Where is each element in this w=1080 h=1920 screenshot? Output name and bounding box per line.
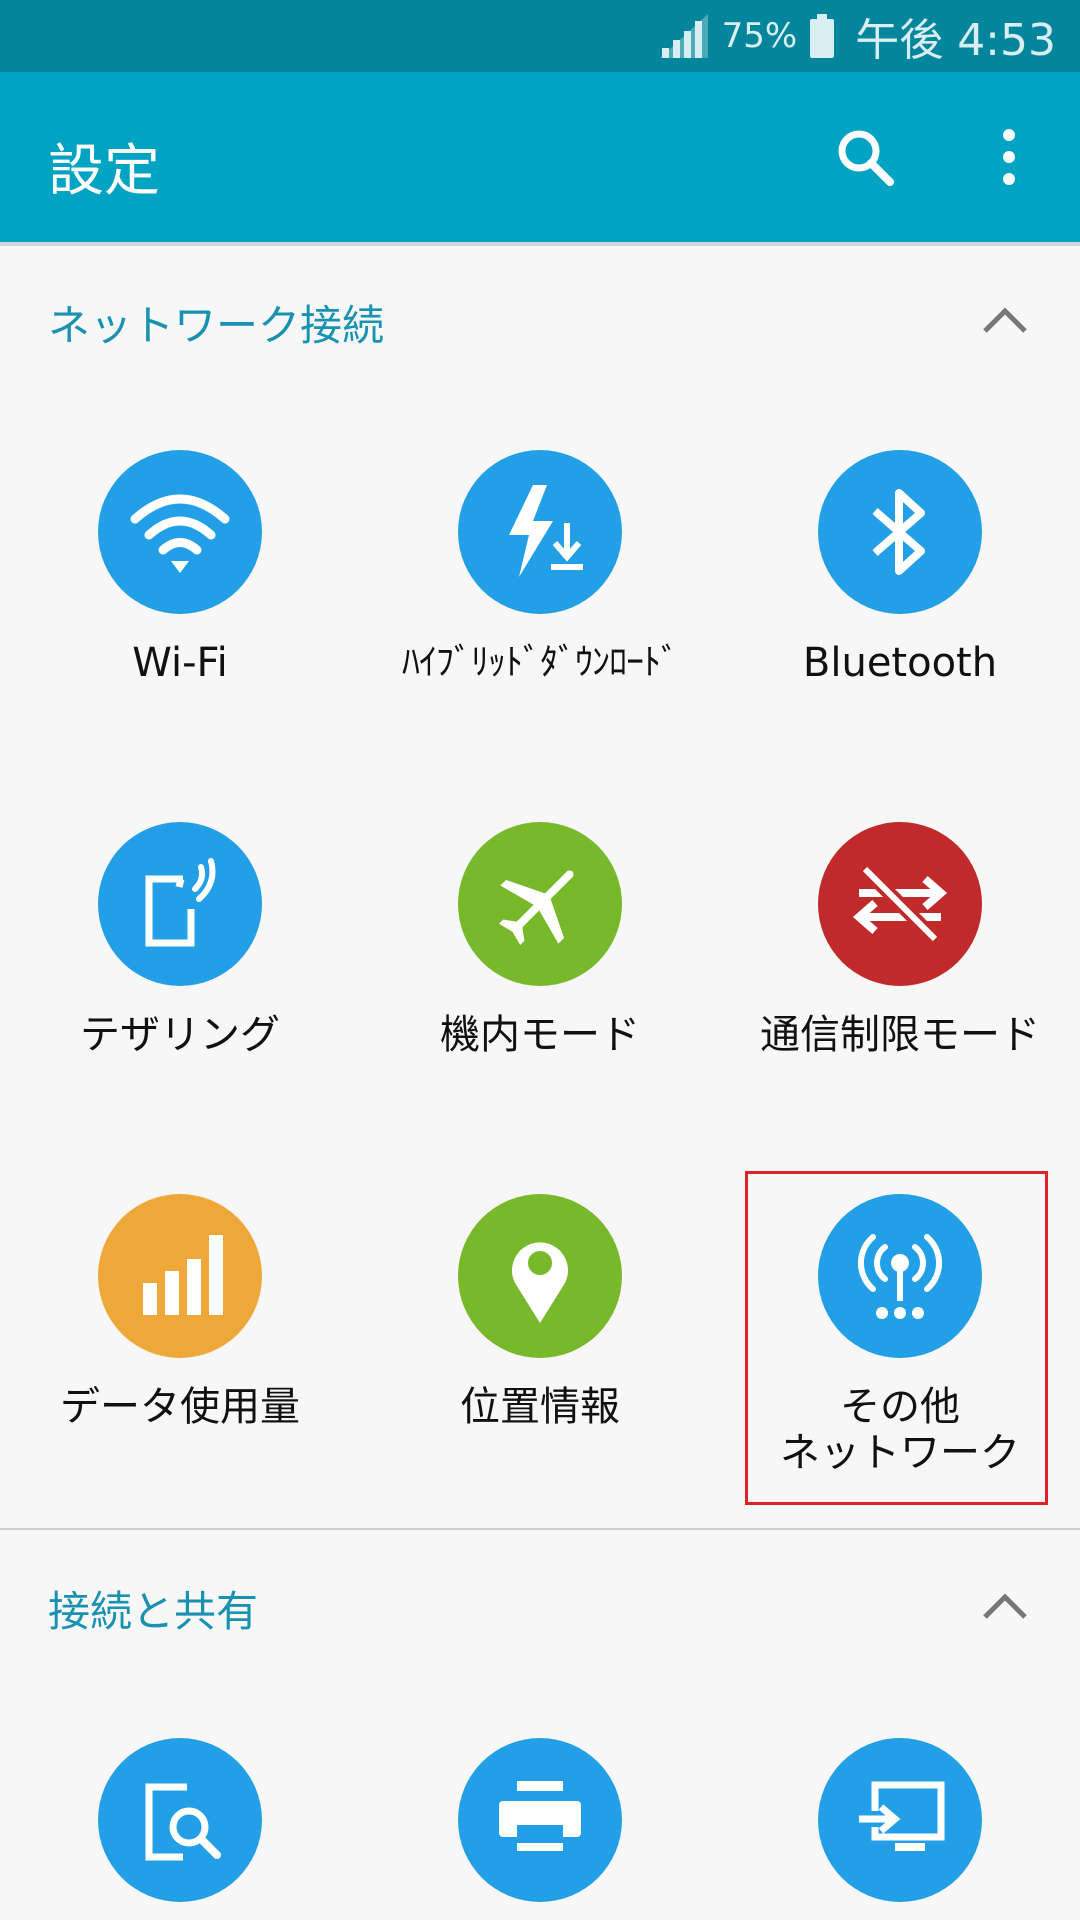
- section-header-network[interactable]: ネットワーク接続: [0, 256, 1080, 386]
- battery-percent: 75%: [721, 16, 798, 56]
- printer-icon: [458, 1738, 622, 1902]
- signal-bars-icon: [98, 1194, 262, 1358]
- more-options-icon[interactable]: [974, 122, 1044, 192]
- selection-highlight: [745, 1171, 1048, 1505]
- bolt-download-icon: [458, 450, 622, 614]
- grid-item-device-search[interactable]: [0, 1738, 360, 1902]
- airplane-icon: [458, 822, 622, 986]
- grid-item-data-usage[interactable]: データ使用量: [0, 1194, 360, 1430]
- grid-item-tethering[interactable]: テザリング: [0, 822, 360, 1058]
- signal-icon: [659, 14, 708, 58]
- item-label: ﾊｲﾌﾞﾘｯﾄﾞﾀﾞｳﾝﾛｰﾄﾞ: [402, 642, 679, 683]
- section-header-connect-share[interactable]: 接続と共有: [0, 1542, 1080, 1672]
- tethering-icon: [98, 822, 262, 986]
- item-label: Bluetooth: [802, 640, 998, 686]
- status-time: 午後 4:53: [855, 15, 1056, 66]
- grid-item-airplane-mode[interactable]: 機内モード: [360, 822, 720, 1058]
- bluetooth-icon: [818, 450, 982, 614]
- section-divider: [0, 1528, 1080, 1530]
- app-bar: 設定: [0, 72, 1080, 242]
- item-label: 機内モード: [440, 1012, 640, 1058]
- grid-item-bluetooth[interactable]: Bluetooth: [720, 450, 1080, 686]
- status-bar: 75% 午後 4:53: [0, 0, 1080, 72]
- status-indicators: 75% 午後 4:53: [658, 0, 1056, 72]
- section-title: ネットワーク接続: [48, 301, 385, 350]
- page-title: 設定: [48, 139, 160, 204]
- chevron-up-icon[interactable]: [970, 286, 1040, 356]
- grid-item-screen-mirroring[interactable]: [720, 1738, 1080, 1902]
- battery-icon: [810, 14, 835, 58]
- item-label: データ使用量: [60, 1384, 300, 1430]
- chevron-up-icon[interactable]: [970, 1572, 1040, 1642]
- app-bar-divider: [0, 242, 1080, 246]
- section-title: 接続と共有: [48, 1587, 259, 1636]
- grid-item-printing[interactable]: [360, 1738, 720, 1902]
- grid-item-wifi[interactable]: Wi-Fi: [0, 450, 360, 686]
- item-label: テザリング: [80, 1012, 280, 1058]
- wifi-icon: [98, 450, 262, 614]
- item-label: 位置情報: [460, 1384, 620, 1430]
- search-icon[interactable]: [830, 122, 900, 192]
- item-label: 通信制限モード: [760, 1012, 1040, 1058]
- grid-item-data-restrict[interactable]: 通信制限モード: [720, 822, 1080, 1058]
- grid-item-hybrid-download[interactable]: ﾊｲﾌﾞﾘｯﾄﾞﾀﾞｳﾝﾛｰﾄﾞ: [360, 450, 720, 686]
- grid-item-location[interactable]: 位置情報: [360, 1194, 720, 1430]
- data-restrict-icon: [818, 822, 982, 986]
- device-search-icon: [98, 1738, 262, 1902]
- location-pin-icon: [458, 1194, 622, 1358]
- screen-mirroring-icon: [818, 1738, 982, 1902]
- item-label: Wi-Fi: [132, 640, 228, 686]
